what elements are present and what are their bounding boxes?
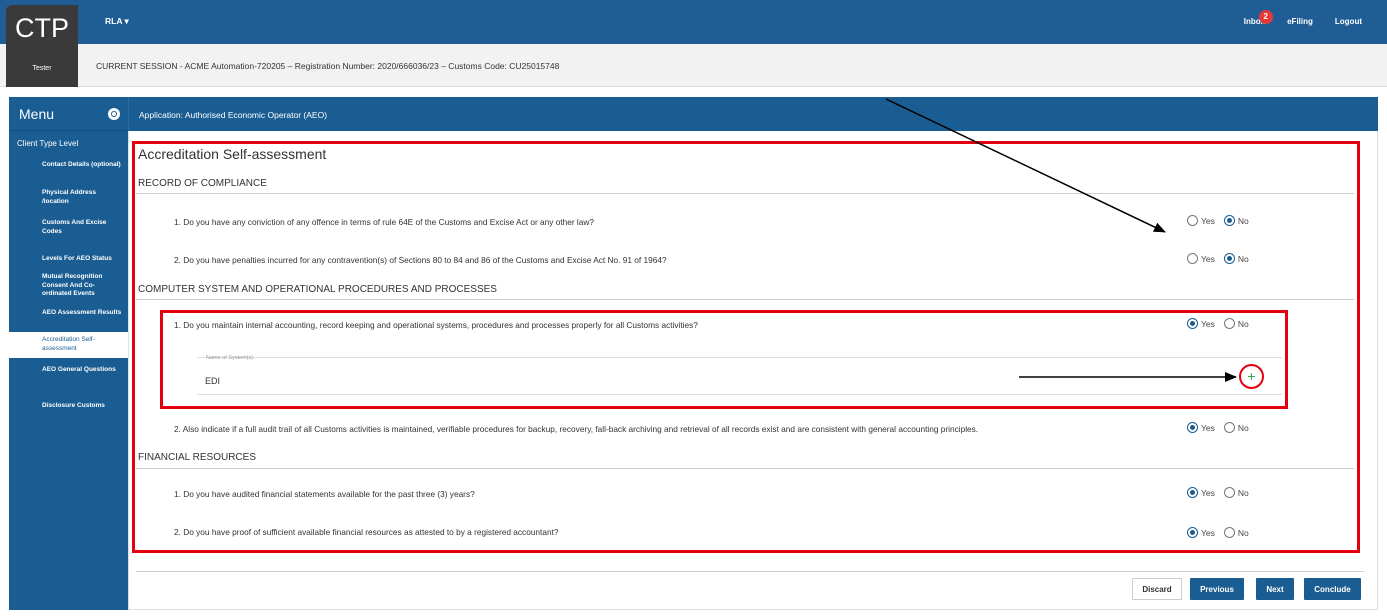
top-links: Inbox 2 eFiling Logout	[1244, 10, 1362, 26]
app-bar: Application: Authorised Economic Operato…	[128, 97, 1378, 131]
next-button[interactable]: Next	[1256, 578, 1294, 600]
sidebar-item-levels-aeo[interactable]: Levels For AEO Status	[9, 255, 128, 265]
settings-icon[interactable]	[108, 107, 120, 120]
sidebar-item-aeo-general[interactable]: AEO General Questions	[9, 366, 128, 384]
menu-title: Menu	[19, 105, 55, 122]
logo-text: CTP	[15, 13, 69, 43]
sidebar-item-customs-codes[interactable]: Customs And Excise Codes	[9, 219, 128, 237]
footer-divider	[136, 571, 1364, 572]
rla-menu[interactable]: RLA ▾	[105, 16, 129, 27]
top-bar: RLA ▾ Inbox 2 eFiling Logout	[0, 0, 1387, 44]
user-name: Tester	[32, 65, 52, 72]
logout-link[interactable]: Logout	[1335, 17, 1362, 26]
highlight-box-inner	[160, 310, 1288, 409]
previous-button[interactable]: Previous	[1190, 578, 1244, 600]
sidebar-item-accreditation[interactable]: Accreditation Self-assessment	[9, 332, 128, 358]
sidebar-item-mutual-recognition[interactable]: Mutual Recognition Consent And Co-ordina…	[9, 273, 128, 309]
efiling-link[interactable]: eFiling	[1287, 17, 1313, 26]
logo: CTP Tester	[6, 5, 78, 87]
session-bar: CURRENT SESSION - ACME Automation-720205…	[0, 44, 1387, 87]
menu-header: Menu	[9, 97, 128, 131]
chevron-down-icon: ▾	[124, 16, 129, 26]
sidebar-item-physical-address[interactable]: Physical Address /location	[9, 189, 128, 207]
app-title: Application: Authorised Economic Operato…	[139, 110, 328, 120]
sidebar-item-contact-details[interactable]: Contact Details (optional)	[9, 161, 128, 179]
inbox-link[interactable]: Inbox 2	[1244, 10, 1273, 26]
sidebar-item-disclosure[interactable]: Disclosure Customs	[9, 402, 128, 412]
inbox-badge: 2	[1258, 10, 1273, 24]
conclude-button[interactable]: Conclude	[1304, 578, 1361, 600]
sidebar-item-aeo-results[interactable]: AEO Assessment Results	[9, 309, 128, 327]
highlight-circle	[1239, 364, 1264, 389]
discard-button[interactable]: Discard	[1132, 578, 1182, 600]
sidebar-section-title: Client Type Level	[17, 139, 79, 148]
session-text: CURRENT SESSION - ACME Automation-720205…	[96, 61, 560, 71]
sidebar: Menu Client Type Level Contact Details (…	[9, 97, 128, 610]
rla-menu-label: RLA	[105, 16, 123, 26]
